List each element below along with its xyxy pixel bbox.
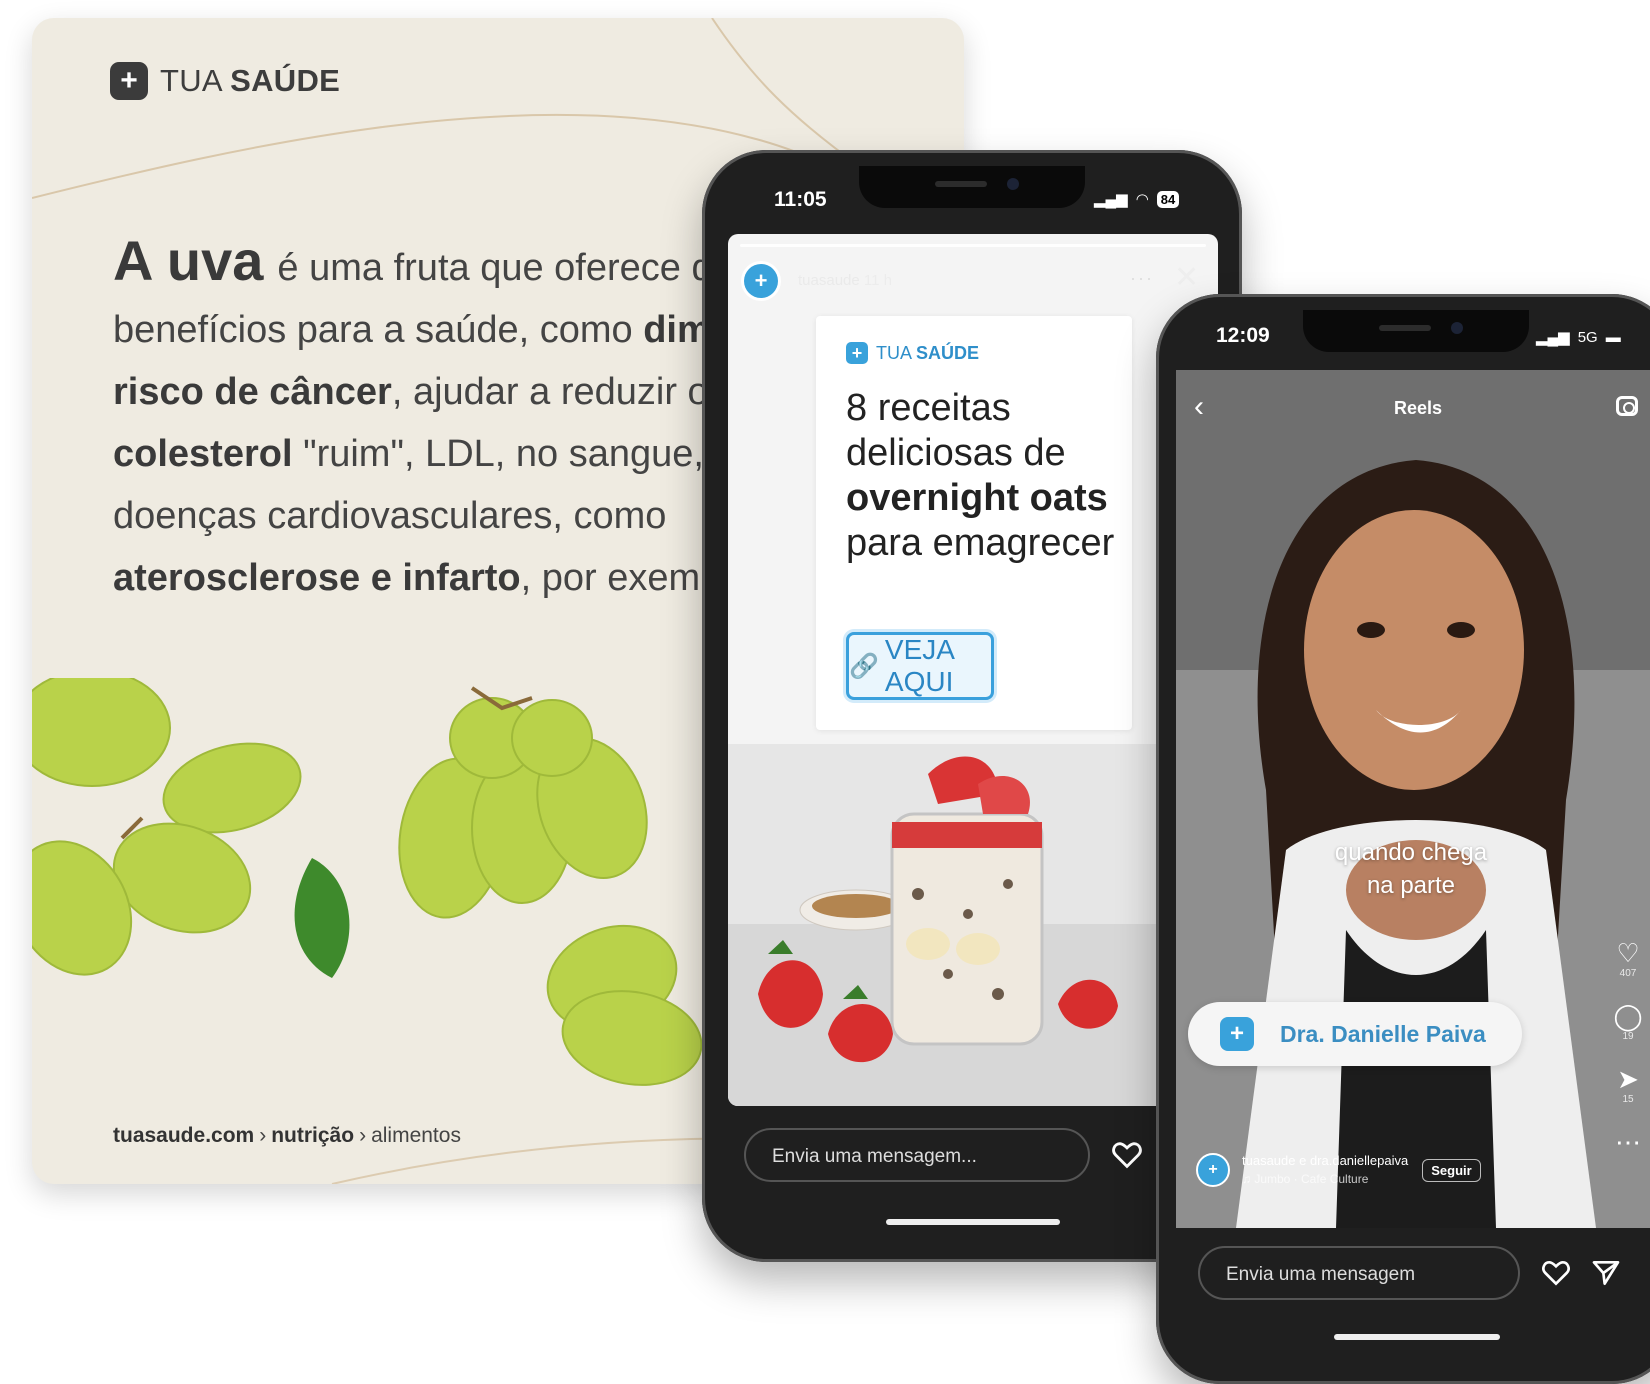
overnight-oats-photo bbox=[728, 744, 1218, 1106]
story-avatar[interactable]: + bbox=[744, 264, 778, 298]
author-avatar[interactable]: + bbox=[1196, 1153, 1230, 1187]
breadcrumb: tuasaude.com › nutrição › alimentos bbox=[113, 1124, 461, 1147]
send-icon[interactable] bbox=[1590, 1257, 1622, 1289]
comment-count: 19 bbox=[1622, 1031, 1634, 1042]
reel-author: + tuasaude e dra.daniellepaiva ♫ Jumbo ·… bbox=[1196, 1152, 1481, 1188]
video-caption: quando chega na parte bbox=[1334, 839, 1488, 899]
story-view[interactable]: + tuasaude 11 h ··· ✕ + TUA SAÚDE 8 rece… bbox=[728, 234, 1218, 1106]
share-icon[interactable]: ➤ bbox=[1608, 1064, 1648, 1094]
notch bbox=[1303, 310, 1529, 352]
presenter-name: Dra. Danielle Paiva bbox=[1280, 1020, 1486, 1047]
heart-icon[interactable] bbox=[1110, 1138, 1144, 1172]
network-label: 5G bbox=[1577, 328, 1598, 346]
story-username[interactable]: tuasaude 11 h bbox=[798, 272, 892, 289]
post-brand: + TUA SAÚDE bbox=[846, 342, 979, 364]
brand-name: TUA SAÚDE bbox=[160, 63, 341, 98]
music-info[interactable]: ♫ Jumbo · Cafe Culture bbox=[1242, 1170, 1408, 1188]
more-options-icon[interactable]: ⋯ bbox=[1608, 1127, 1648, 1157]
presenter-video-frame bbox=[1176, 370, 1650, 1228]
camera-icon[interactable] bbox=[1616, 396, 1638, 416]
home-indicator bbox=[1334, 1334, 1500, 1340]
status-icons: ▂▄▆ 5G ▬ bbox=[1536, 328, 1621, 347]
reel-video[interactable]: ‹ Reels quando chega na parte + Dra. Dan… bbox=[1176, 370, 1650, 1228]
brand-logo: + TUA SAÚDE bbox=[110, 62, 340, 100]
battery-icon: ▬ bbox=[1605, 328, 1621, 346]
message-input[interactable]: Envia uma mensagem... bbox=[744, 1128, 1090, 1182]
link-icon: 🔗 bbox=[849, 652, 879, 680]
more-options-icon[interactable]: ··· bbox=[1130, 268, 1154, 289]
plus-icon: + bbox=[846, 342, 868, 364]
comment-icon[interactable]: ◯ bbox=[1608, 1001, 1648, 1031]
plus-icon: + bbox=[1220, 1017, 1254, 1051]
plus-icon: + bbox=[110, 62, 148, 100]
presenter-name-tag: + Dra. Danielle Paiva bbox=[1188, 1002, 1522, 1066]
reels-title: Reels bbox=[1394, 398, 1443, 418]
reel-actions: ♡ 407 ◯ 19 ➤ 15 ⋯ bbox=[1608, 938, 1648, 1157]
author-names[interactable]: tuasaude e dra.daniellepaiva bbox=[1242, 1152, 1408, 1170]
battery-icon: 84 bbox=[1156, 190, 1180, 208]
link-sticker-button[interactable]: 🔗 VEJA AQUI bbox=[846, 632, 994, 700]
message-input[interactable]: Envia uma mensagem bbox=[1198, 1246, 1520, 1300]
post-brand-name: TUA SAÚDE bbox=[876, 342, 980, 363]
status-time: 11:05 bbox=[774, 188, 827, 211]
story-progress-bar bbox=[740, 244, 1206, 247]
back-icon[interactable]: ‹ bbox=[1194, 390, 1204, 424]
like-count: 407 bbox=[1619, 968, 1637, 979]
story-post-card: + TUA SAÚDE 8 receitas deliciosas de ove… bbox=[816, 316, 1132, 730]
author-info: tuasaude e dra.daniellepaiva ♫ Jumbo · C… bbox=[1242, 1152, 1408, 1188]
close-icon[interactable]: ✕ bbox=[1174, 260, 1199, 295]
status-time: 12:09 bbox=[1216, 324, 1270, 347]
wifi-icon: ◠ bbox=[1135, 191, 1149, 208]
heart-icon[interactable] bbox=[1540, 1257, 1572, 1289]
article-headline: A uva bbox=[113, 229, 264, 292]
status-icons: ▂▄▆ ◠ 84 bbox=[1094, 190, 1180, 208]
like-icon[interactable]: ♡ bbox=[1608, 938, 1648, 968]
home-indicator bbox=[886, 1219, 1060, 1225]
post-title: 8 receitas deliciosas de overnight oats … bbox=[846, 387, 1115, 564]
share-count: 15 bbox=[1622, 1094, 1634, 1105]
signal-icon: ▂▄▆ bbox=[1094, 191, 1128, 208]
phone-reels: 12:09 ▂▄▆ 5G ▬ ‹ Reels quando chega na p… bbox=[1156, 294, 1650, 1384]
follow-button[interactable]: Seguir bbox=[1422, 1158, 1481, 1182]
notch bbox=[859, 166, 1085, 208]
signal-icon: ▂▄▆ bbox=[1536, 329, 1570, 346]
